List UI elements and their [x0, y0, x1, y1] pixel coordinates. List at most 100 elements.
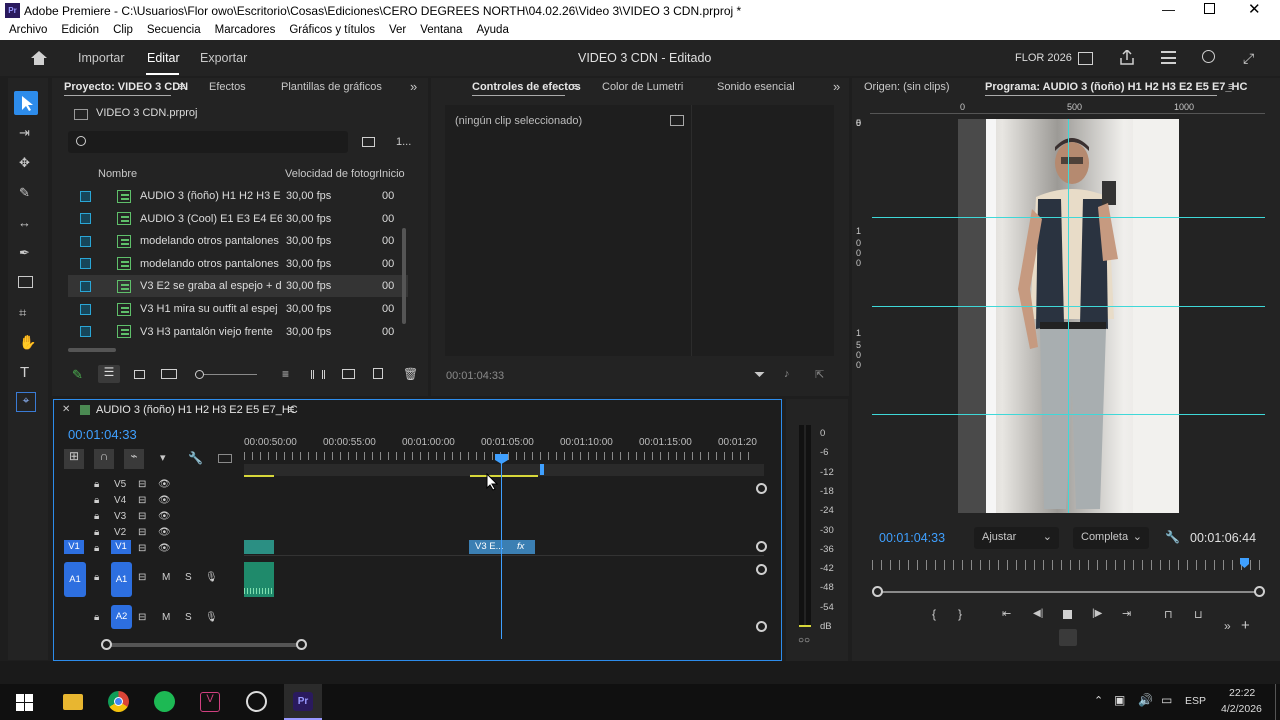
selection-tool-icon[interactable]	[14, 91, 38, 115]
sync-icon[interactable]: ⊟	[138, 495, 146, 506]
sort-icon[interactable]: ≡	[282, 367, 289, 381]
home-icon[interactable]	[31, 51, 47, 65]
pen-icon[interactable]: ✒	[19, 245, 30, 261]
audio-track-header[interactable]: 🔒︎ ⊟ M S 🎙︎	[94, 570, 224, 584]
list-item[interactable]: V3 H3 pantalón viejo frente 30,00 fps 00	[68, 321, 408, 343]
zoom-select-icon[interactable]: ⌗	[19, 305, 26, 321]
audio-icon[interactable]: ♪	[784, 368, 790, 380]
panel-toggle-icon[interactable]	[670, 115, 684, 126]
solo-button[interactable]: S	[185, 612, 192, 623]
go-to-in-icon[interactable]: ⇤	[1002, 607, 1011, 620]
menu-grficosyttulos[interactable]: Gráficos y títulos	[289, 24, 375, 36]
tab-efectos[interactable]: Efectos	[209, 81, 246, 93]
zoom-slider[interactable]	[195, 370, 257, 379]
volume-icon[interactable]: 🔊	[1138, 693, 1153, 707]
close-icon[interactable]: ✕	[1248, 0, 1261, 18]
mark-in-icon[interactable]: {	[932, 607, 936, 621]
restore-icon[interactable]	[1204, 3, 1215, 14]
clock-time[interactable]: 22:22	[1229, 687, 1255, 699]
lock-icon[interactable]: 🔒︎	[94, 495, 99, 506]
h-scrollbar[interactable]	[68, 348, 116, 352]
out-point-marker[interactable]	[540, 464, 544, 475]
razor-icon[interactable]: ✎	[19, 185, 30, 201]
user-name[interactable]: FLOR 2026	[1015, 52, 1072, 64]
list-view-icon[interactable]: ☰	[98, 365, 120, 383]
audio-track-header[interactable]: 🔒︎ ⊟ M S 🎙︎	[94, 610, 224, 624]
sync-icon[interactable]: ⊟	[138, 543, 146, 554]
mic-icon[interactable]: 🎙︎	[205, 572, 218, 583]
eye-icon[interactable]: 👁︎	[158, 495, 171, 506]
mark-out-icon[interactable]: }	[958, 607, 962, 621]
more-buttons-icon[interactable]: »	[1224, 619, 1231, 633]
menu-edicin[interactable]: Edición	[61, 24, 99, 36]
mute-button[interactable]: M	[162, 612, 170, 623]
playhead[interactable]	[495, 454, 508, 639]
video-track-header-v1[interactable]: 🔒︎ ⊟ 👁︎	[94, 541, 184, 555]
sync-icon[interactable]: ⊟	[138, 612, 146, 623]
step-forward-icon[interactable]: |▶	[1092, 608, 1102, 619]
list-item[interactable]: V3 H1 mira su outfit al espej 30,00 fps 00	[68, 298, 408, 320]
source-a1-patch[interactable]: A1	[64, 562, 86, 597]
lock-icon[interactable]: 🔒︎	[94, 543, 99, 554]
eye-icon[interactable]: 👁︎	[158, 527, 171, 538]
go-to-out-icon[interactable]: ⇥	[1122, 607, 1131, 620]
zoom-slider-handle[interactable]	[195, 370, 204, 379]
sequence-name[interactable]: AUDIO 3 (ñoño) H1 H2 H3 E2 E5 E7_HC	[96, 404, 298, 416]
hand-icon[interactable]: ✋	[19, 334, 36, 351]
snap-icon[interactable]: ∩	[94, 449, 114, 469]
a-scroll-knob-top[interactable]	[756, 564, 767, 575]
insert-icon[interactable]: ⊞	[64, 449, 84, 469]
list-item[interactable]: modelando otros pantalones 30,00 fps 00	[68, 253, 408, 275]
tab-exportar[interactable]: Exportar	[200, 51, 247, 65]
list-item[interactable]: AUDIO 3 (ñoño) H1 H2 H3 E 30,00 fps 00	[68, 185, 408, 207]
sync-icon[interactable]: ⊟	[138, 479, 146, 490]
stop-icon[interactable]	[1063, 610, 1072, 619]
menu-lines-icon[interactable]	[1161, 51, 1176, 64]
pencil-icon[interactable]: ✎	[72, 367, 83, 383]
step-back-icon[interactable]: ◀|	[1033, 608, 1043, 619]
rectangle-icon[interactable]	[18, 276, 33, 288]
panel-menu-icon[interactable]: ≡	[572, 81, 578, 93]
tab-lumetri[interactable]: Color de Lumetri	[602, 81, 683, 93]
workspace-icon[interactable]	[1078, 52, 1093, 65]
vegas-icon[interactable]: V	[200, 692, 220, 712]
v3-clip[interactable]: V3 E... fx	[469, 540, 535, 554]
project-search-input[interactable]	[68, 131, 348, 153]
lock-icon[interactable]: 🔒︎	[94, 527, 99, 538]
program-scrollbar[interactable]	[872, 586, 1265, 597]
battery-icon[interactable]: ▭	[1161, 693, 1172, 707]
captions-icon[interactable]	[218, 454, 232, 463]
export-frame-icon[interactable]	[1059, 629, 1077, 646]
show-desktop[interactable]	[1275, 684, 1276, 720]
tab-plantillas[interactable]: Plantillas de gráficos	[281, 81, 382, 93]
audio-track-area[interactable]	[244, 560, 764, 636]
menu-marcadores[interactable]: Marcadores	[215, 24, 276, 36]
ripple-edit-icon[interactable]: ✥	[19, 155, 30, 171]
slip-icon[interactable]: ↔	[18, 215, 31, 230]
panel-menu-icon[interactable]: ≡	[179, 81, 185, 93]
explorer-icon[interactable]	[63, 694, 83, 710]
v-scroll-knob-top[interactable]	[756, 483, 767, 494]
solo-button[interactable]: S	[185, 572, 192, 583]
track-select-icon[interactable]: ⇥	[19, 125, 30, 141]
mute-button[interactable]: M	[162, 572, 170, 583]
eye-icon[interactable]: 👁︎	[158, 479, 171, 490]
bin-icon[interactable]	[362, 137, 375, 147]
tab-editar[interactable]: Editar	[147, 51, 180, 65]
program-timecode[interactable]: 00:01:04:33	[879, 531, 945, 545]
search-icon[interactable]	[1202, 50, 1215, 63]
more-tabs-icon[interactable]: »	[410, 79, 417, 94]
chrome-icon[interactable]	[108, 691, 129, 712]
sync-icon[interactable]: ⊟	[138, 527, 146, 538]
eye-icon[interactable]: 👁︎	[158, 511, 171, 522]
filter-icon[interactable]: ⏷	[754, 366, 765, 383]
icon-view-icon[interactable]	[134, 370, 145, 379]
v-scroll-knob-mid[interactable]	[756, 541, 767, 552]
panel-menu-icon[interactable]: ≡	[1228, 81, 1234, 93]
trash-icon[interactable]: 🗑	[403, 367, 418, 381]
list-item[interactable]: AUDIO 3 (Cool) E1 E3 E4 E6 30,00 fps 00	[68, 208, 408, 230]
lock-icon[interactable]: 🔒︎	[94, 612, 99, 623]
network-icon[interactable]: ▣	[1114, 693, 1125, 707]
lock-icon[interactable]: 🔒︎	[94, 511, 99, 522]
tray-chevron-icon[interactable]: ⌃	[1094, 694, 1103, 707]
